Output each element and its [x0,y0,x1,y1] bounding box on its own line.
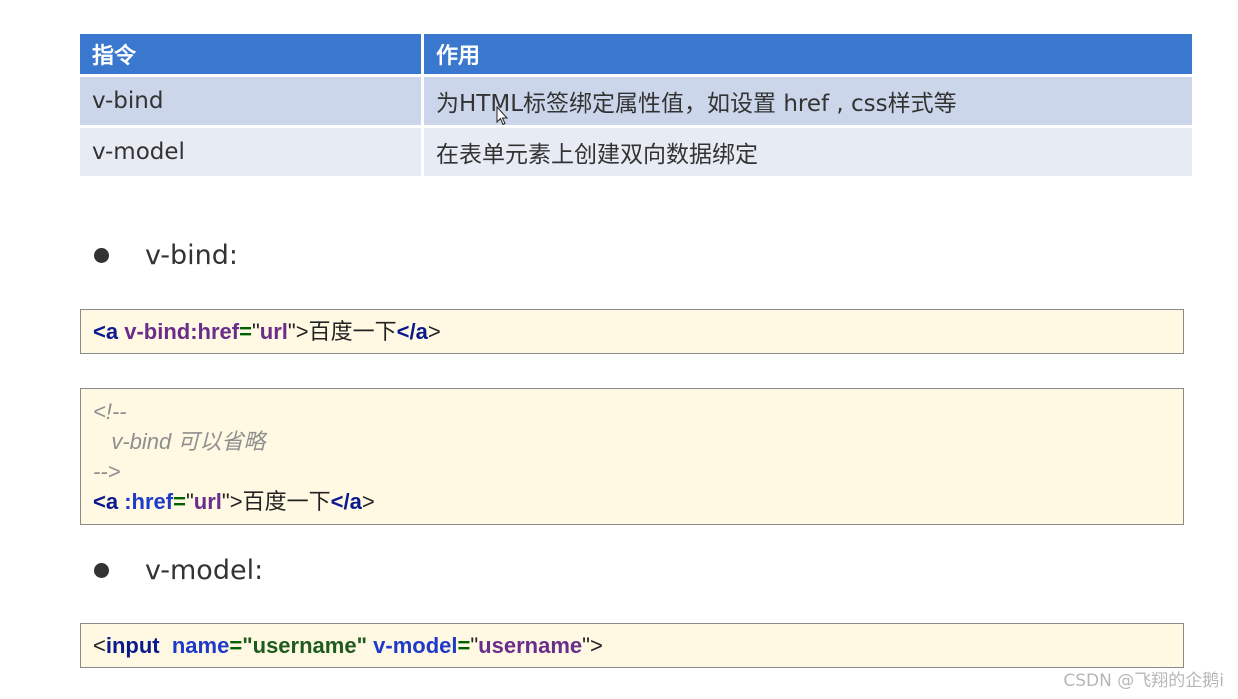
bullet-label: v-bind: [145,240,238,271]
table-row: v-bind 为HTML标签绑定属性值，如设置 href , css样式等 [80,77,1192,128]
bullet-v-bind: v-bind: [92,240,238,271]
purpose-cell: 在表单元素上创建双向数据绑定 [424,128,1192,176]
header-purpose: 作用 [424,34,1192,77]
table-header-row: 指令 作用 [80,34,1192,77]
comment-close: --> [93,459,121,484]
comment-open: <!-- [93,399,127,424]
table-row: v-model 在表单元素上创建双向数据绑定 [80,128,1192,176]
bullet-label: v-model: [145,555,264,586]
bullet-dot-icon [94,563,109,578]
code-block-shorthand: <!-- v-bind 可以省略 --> <a :href="url">百度一下… [80,388,1184,525]
code-block-v-model: <input name="username" v-model="username… [80,623,1184,668]
directive-cell: v-model [80,128,424,176]
header-directive: 指令 [80,34,424,77]
watermark: CSDN @飞翔的企鹅i [1063,671,1224,691]
directive-table: 指令 作用 v-bind 为HTML标签绑定属性值，如设置 href , css… [80,34,1192,176]
code-line: <a :href="url">百度一下</a> [93,489,375,515]
code-block-v-bind: <a v-bind:href="url">百度一下</a> [80,309,1184,354]
code-line: <input name="username" v-model="username… [93,633,603,658]
code-line: <a v-bind:href="url">百度一下</a> [93,319,441,345]
comment-body: v-bind 可以省略 [93,429,266,454]
purpose-cell: 为HTML标签绑定属性值，如设置 href , css样式等 [424,77,1192,128]
directive-cell: v-bind [80,77,424,128]
bullet-v-model: v-model: [92,555,263,586]
bullet-dot-icon [94,248,109,263]
mouse-cursor-icon [496,106,508,126]
